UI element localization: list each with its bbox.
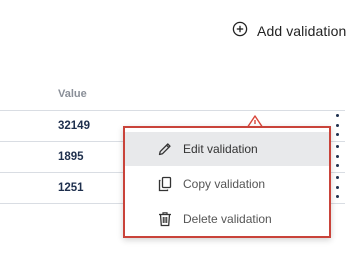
- row-context-menu: Edit validation Copy validation Delete v…: [123, 126, 331, 238]
- row-actions-button[interactable]: [333, 145, 341, 167]
- pencil-icon: [156, 140, 174, 158]
- column-header-value: Value: [58, 88, 87, 100]
- menu-item-label: Delete validation: [183, 212, 272, 226]
- menu-item-copy-validation[interactable]: Copy validation: [125, 167, 329, 201]
- menu-item-delete-validation[interactable]: Delete validation: [125, 202, 329, 236]
- row-actions-button[interactable]: [333, 114, 341, 136]
- add-validation-label: Add validation: [257, 23, 347, 39]
- trash-icon: [156, 210, 174, 228]
- plus-circle-icon: [232, 21, 248, 42]
- row-value: 1251: [58, 182, 84, 194]
- menu-item-label: Edit validation: [183, 142, 258, 156]
- menu-item-label: Copy validation: [183, 177, 266, 191]
- table-header: Value: [0, 78, 345, 111]
- row-value: 32149: [58, 120, 90, 132]
- row-actions-button[interactable]: [333, 176, 341, 198]
- menu-item-edit-validation[interactable]: Edit validation: [125, 132, 329, 166]
- row-value: 1895: [58, 151, 84, 163]
- copy-icon: [156, 175, 174, 193]
- add-validation-button[interactable]: Add validation: [232, 20, 346, 42]
